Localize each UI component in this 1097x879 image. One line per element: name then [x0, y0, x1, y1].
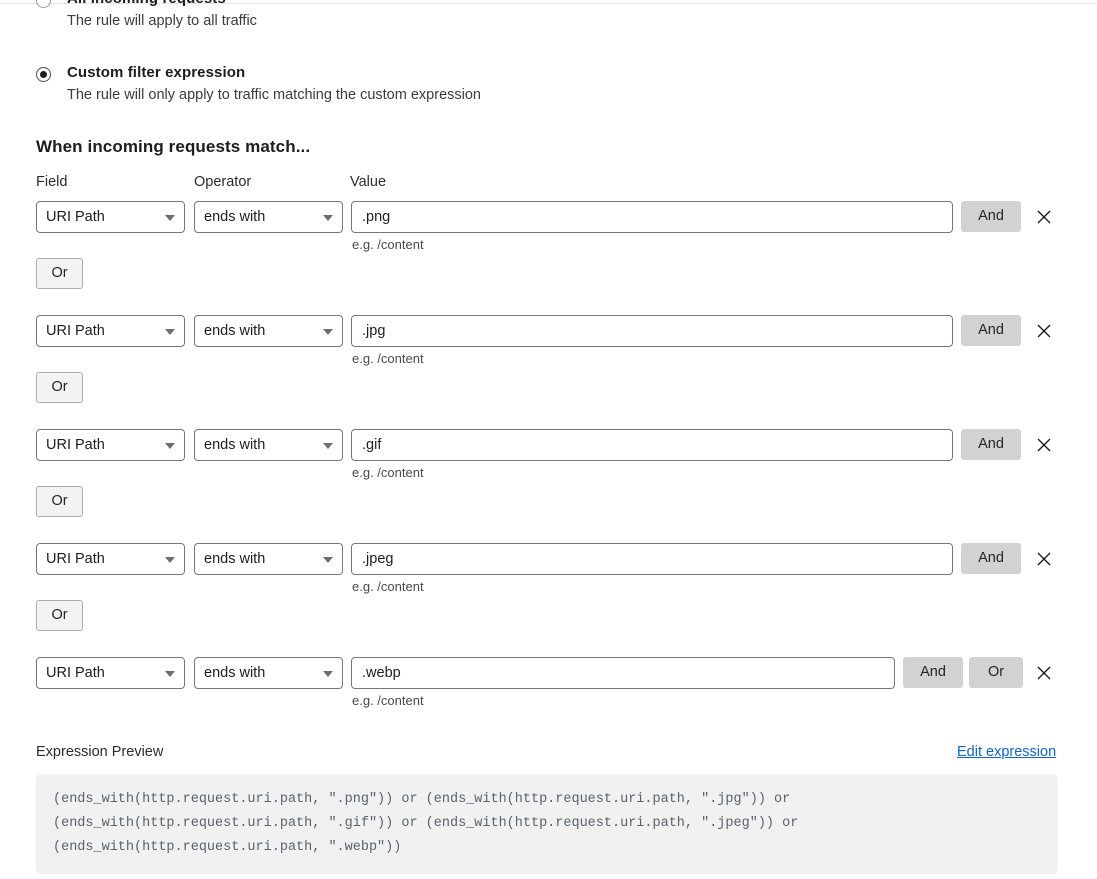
or-button[interactable]: Or — [969, 657, 1023, 688]
column-header-value: Value — [350, 174, 387, 190]
operator-select[interactable]: ends with — [194, 543, 343, 575]
operator-select-value: ends with — [194, 543, 343, 575]
remove-condition-button[interactable] — [1035, 207, 1055, 227]
expression-preview-code: (ends_with(http.request.uri.path, ".png"… — [36, 774, 1058, 874]
close-icon — [1037, 210, 1051, 224]
radio-label-custom-filter-expression: Custom filter expression — [67, 64, 246, 81]
and-button[interactable]: And — [961, 429, 1021, 460]
radio-indicator-all-incoming-requests[interactable] — [36, 0, 51, 8]
radio-indicator-custom-filter-expression[interactable] — [36, 67, 51, 82]
remove-condition-button[interactable] — [1035, 321, 1055, 341]
and-button[interactable]: And — [903, 657, 963, 688]
field-select[interactable]: URI Path — [36, 315, 185, 347]
field-select-value: URI Path — [36, 201, 185, 233]
value-hint: e.g. /content — [352, 465, 424, 480]
expression-line: (ends_with(http.request.uri.path, ".webp… — [53, 840, 402, 855]
operator-select-value: ends with — [194, 429, 343, 461]
radio-description-custom-filter-expression: The rule will only apply to traffic matc… — [67, 87, 481, 103]
value-input[interactable] — [351, 657, 895, 689]
close-icon — [1037, 666, 1051, 680]
value-hint: e.g. /content — [352, 693, 424, 708]
value-hint: e.g. /content — [352, 579, 424, 594]
close-icon — [1037, 438, 1051, 452]
operator-select[interactable]: ends with — [194, 201, 343, 233]
value-input[interactable] — [351, 543, 953, 575]
or-separator-button[interactable]: Or — [36, 600, 83, 631]
and-button[interactable]: And — [961, 315, 1021, 346]
edit-expression-link[interactable]: Edit expression — [957, 744, 1056, 760]
and-button[interactable]: And — [961, 201, 1021, 232]
value-input[interactable] — [351, 315, 953, 347]
field-select[interactable]: URI Path — [36, 429, 185, 461]
remove-condition-button[interactable] — [1035, 549, 1055, 569]
field-select-value: URI Path — [36, 657, 185, 689]
close-icon — [1037, 552, 1051, 566]
radio-option-custom-filter-expression[interactable]: Custom filter expression The rule will o… — [36, 64, 481, 105]
or-separator-button[interactable]: Or — [36, 372, 83, 403]
or-separator-button[interactable]: Or — [36, 258, 83, 289]
operator-select-value: ends with — [194, 201, 343, 233]
expression-line: (ends_with(http.request.uri.path, ".gif"… — [53, 816, 799, 831]
expression-line: (ends_with(http.request.uri.path, ".png"… — [53, 792, 791, 807]
or-separator-button[interactable]: Or — [36, 486, 83, 517]
operator-select[interactable]: ends with — [194, 429, 343, 461]
field-select-value: URI Path — [36, 543, 185, 575]
operator-select-value: ends with — [194, 657, 343, 689]
field-select-value: URI Path — [36, 429, 185, 461]
radio-label-all-incoming-requests: All incoming requests — [67, 0, 257, 8]
remove-condition-button[interactable] — [1035, 663, 1055, 683]
close-icon — [1037, 324, 1051, 338]
radio-description-all-incoming-requests: The rule will apply to all traffic — [67, 13, 257, 29]
field-select[interactable]: URI Path — [36, 657, 185, 689]
field-select[interactable]: URI Path — [36, 543, 185, 575]
operator-select[interactable]: ends with — [194, 315, 343, 347]
value-hint: e.g. /content — [352, 237, 424, 252]
column-header-operator: Operator — [194, 174, 252, 190]
operator-select-value: ends with — [194, 315, 343, 347]
column-header-field: Field — [36, 174, 68, 190]
value-input[interactable] — [351, 429, 953, 461]
field-select-value: URI Path — [36, 315, 185, 347]
value-input[interactable] — [351, 201, 953, 233]
and-button[interactable]: And — [961, 543, 1021, 574]
remove-condition-button[interactable] — [1035, 435, 1055, 455]
radio-option-all-incoming-requests[interactable]: All incoming requests The rule will appl… — [36, 0, 257, 31]
operator-select[interactable]: ends with — [194, 657, 343, 689]
field-select[interactable]: URI Path — [36, 201, 185, 233]
expression-preview-label: Expression Preview — [36, 744, 164, 760]
value-hint: e.g. /content — [352, 351, 424, 366]
section-heading: When incoming requests match... — [36, 137, 311, 156]
